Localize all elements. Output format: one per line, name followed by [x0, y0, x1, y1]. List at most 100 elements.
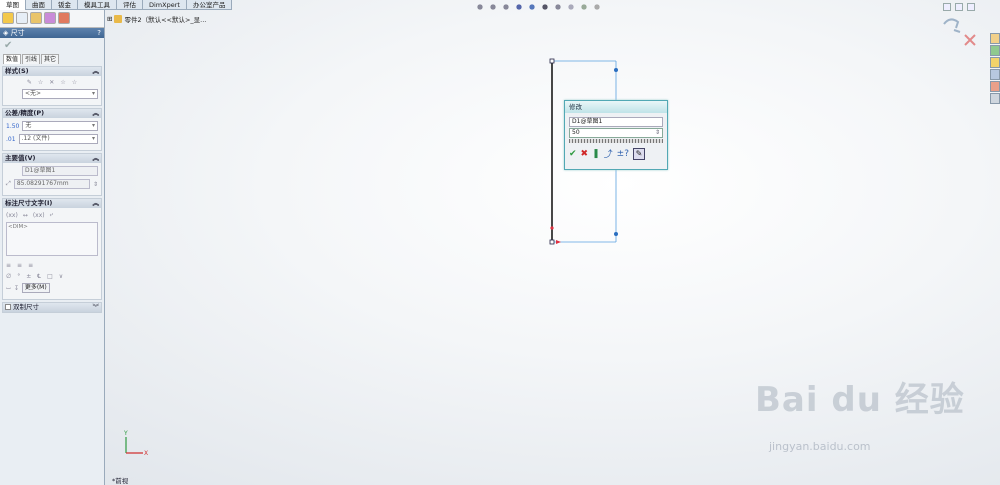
plus-minus-icon[interactable]: ± — [26, 273, 31, 280]
home-icon[interactable] — [990, 33, 1000, 44]
mark-for-drawing-icon[interactable]: ✎ — [632, 147, 645, 160]
tolerance-type-select[interactable]: 无 — [22, 121, 98, 131]
more-symbols-icon[interactable]: ∨ — [59, 273, 63, 280]
expand-icon[interactable]: ︾ — [93, 303, 100, 312]
zoom-area-icon[interactable] — [488, 2, 498, 12]
file-explorer-icon[interactable] — [990, 57, 1000, 68]
modify-value-input[interactable]: 50 ⇕ — [569, 128, 663, 138]
ok-check-icon[interactable]: ✔ — [569, 149, 577, 159]
part-icon — [114, 15, 123, 23]
minimize-icon[interactable] — [943, 3, 951, 11]
tab-value[interactable]: 数值 — [3, 54, 22, 64]
dimension-value-field[interactable]: 85.08291767mm — [13, 179, 90, 189]
align-center-icon[interactable]: ≡ — [17, 262, 22, 269]
collapse-icon[interactable]: ︽ — [93, 154, 100, 163]
tolerance-type-icon: 1.50 — [6, 122, 20, 130]
more-button[interactable]: 更多(M) — [21, 283, 50, 293]
align-left-icon[interactable]: ≡ — [6, 262, 11, 269]
triad-y-label: Y — [123, 430, 128, 437]
ok-check-button[interactable]: ✔ — [4, 40, 12, 51]
add-style-icon[interactable]: ☆ — [38, 79, 43, 86]
sketch-origin-point[interactable] — [550, 226, 554, 230]
baidu-watermark: Bai du 经验 jingyan.baidu.com — [755, 372, 965, 453]
dual-checkbox[interactable] — [5, 304, 11, 310]
feature-manager-icon[interactable] — [2, 12, 14, 24]
tab-2[interactable]: 钣金 — [52, 0, 78, 10]
collapse-icon[interactable]: ︽ — [93, 109, 100, 118]
previous-view-icon[interactable] — [501, 2, 511, 12]
tab-5[interactable]: DimXpert — [143, 0, 187, 10]
exit-sketch-icon[interactable] — [943, 18, 961, 33]
style-select[interactable]: <无> — [22, 89, 98, 99]
custom-properties-icon[interactable] — [990, 93, 1000, 104]
search-icon[interactable] — [990, 69, 1000, 80]
dimension-handle[interactable] — [614, 68, 618, 72]
depth-icon[interactable]: ↧ — [14, 285, 19, 292]
dual-dimension-group: 双制尺寸 ︾ — [2, 302, 102, 313]
parentheses-icon[interactable]: (xx) — [6, 212, 18, 219]
dimension-subtabs: 数值 引线 其它 — [0, 54, 104, 64]
diameter-symbol-icon[interactable]: ∅ — [6, 273, 11, 280]
center-dimension-icon[interactable]: ↔ — [23, 212, 28, 219]
sketch-endpoint[interactable] — [549, 58, 555, 64]
display-manager-icon[interactable] — [58, 12, 70, 24]
property-manager-icon[interactable] — [16, 12, 28, 24]
rebuild-icon[interactable]: ❚ — [592, 149, 600, 159]
design-library-icon[interactable] — [990, 45, 1000, 56]
origin-arrow — [556, 240, 561, 244]
save-style-icon[interactable]: ☆ — [60, 79, 65, 86]
help-button[interactable]: ? — [97, 28, 104, 38]
modify-name-field[interactable]: D1@草图1 — [569, 117, 663, 127]
hide-show-icon[interactable] — [553, 2, 563, 12]
apply-style-icon[interactable]: ✎ — [27, 79, 32, 86]
tab-leaders[interactable]: 引线 — [22, 54, 41, 64]
collapse-icon[interactable]: ︽ — [93, 67, 100, 76]
close-icon[interactable] — [967, 3, 975, 11]
tab-other[interactable]: 其它 — [41, 54, 60, 64]
sketch-endpoint[interactable] — [549, 239, 555, 245]
apply-scene-icon[interactable] — [579, 2, 589, 12]
expand-icon[interactable]: ⊞ — [107, 15, 112, 23]
unit-precision-select[interactable]: .12 (文件) — [18, 134, 98, 144]
tab-4[interactable]: 评估 — [117, 0, 143, 10]
command-manager-tabs: 草图 曲面 钣金 模具工具 评估 DimXpert 办公室产品 — [0, 0, 233, 10]
zoom-fit-icon[interactable] — [475, 2, 485, 12]
edit-appearance-icon[interactable] — [566, 2, 576, 12]
align-right-icon[interactable]: ≡ — [28, 262, 33, 269]
restore-icon[interactable] — [955, 3, 963, 11]
thumbwheel[interactable] — [569, 139, 663, 143]
delete-style-icon[interactable]: ✕ — [49, 79, 54, 86]
triad-x-label: X — [144, 450, 148, 457]
offset-text-icon[interactable]: ⤶ — [50, 211, 53, 219]
spinner-icon[interactable]: ⇕ — [93, 181, 98, 188]
collapse-icon[interactable]: ︽ — [93, 199, 100, 208]
degree-symbol-icon[interactable]: ° — [17, 273, 20, 280]
tab-3[interactable]: 模具工具 — [78, 0, 117, 10]
appearances-icon[interactable] — [990, 81, 1000, 92]
increment-icon[interactable]: ±? — [617, 149, 629, 159]
spinner-icon[interactable]: ⇕ — [655, 129, 660, 137]
dimension-value-icon: ⤢ — [6, 180, 11, 187]
display-style-icon[interactable] — [540, 2, 550, 12]
task-pane-tabs — [990, 33, 1000, 104]
view-settings-icon[interactable] — [592, 2, 602, 12]
cancel-sketch-icon[interactable] — [964, 34, 976, 46]
centerline-icon[interactable]: ℄ — [37, 273, 41, 280]
dimension-text-area[interactable]: <DIM> — [6, 222, 98, 256]
load-style-icon[interactable]: ☆ — [72, 79, 77, 86]
feature-tree-root[interactable]: ⊞ 零件2（默认<<默认>_显... — [107, 14, 206, 24]
counterbore-icon[interactable]: ⌴ — [6, 284, 11, 292]
reverse-direction-icon[interactable]: ⤴ — [604, 147, 613, 160]
dimension-name-field[interactable]: D1@草图1 — [22, 166, 98, 176]
dimxpert-manager-icon[interactable] — [44, 12, 56, 24]
tab-6[interactable]: 办公室产品 — [187, 0, 233, 10]
view-orientation-icon[interactable] — [527, 2, 537, 12]
dimension-handle[interactable] — [614, 232, 618, 236]
tab-1[interactable]: 曲面 — [26, 0, 52, 10]
configuration-manager-icon[interactable] — [30, 12, 42, 24]
cancel-x-icon[interactable]: ✖ — [581, 149, 589, 159]
square-symbol-icon[interactable]: □ — [47, 273, 53, 280]
section-view-icon[interactable] — [514, 2, 524, 12]
inspection-icon[interactable]: (xx) — [33, 212, 45, 219]
tab-0[interactable]: 草图 — [0, 0, 26, 10]
